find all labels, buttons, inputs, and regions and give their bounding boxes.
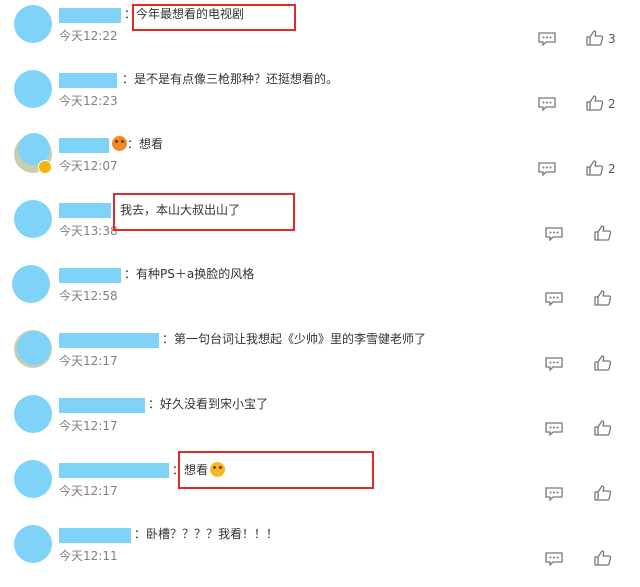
like-count: 2 <box>608 162 616 176</box>
thumbs-up-icon[interactable] <box>594 550 612 566</box>
comment-item: ：今年最想看的电视剧 今天12:22 3 <box>0 2 640 67</box>
thumbs-up-icon[interactable] <box>586 160 604 176</box>
thumbs-up-icon[interactable] <box>594 290 612 306</box>
comment-item: ：好久没看到宋小宝了 今天12:17 <box>0 392 640 457</box>
highlight-box <box>178 451 374 489</box>
comment-item: ：想看 今天12:07 2 <box>0 132 640 197</box>
comment-bubble-icon[interactable] <box>545 486 563 502</box>
comment-bubble-icon[interactable] <box>545 551 563 567</box>
comment-time: 今天12:58 <box>59 289 118 303</box>
avatar[interactable] <box>14 70 52 108</box>
username-redacted[interactable] <box>59 203 111 218</box>
comment-text: ：有种PS＋a换脸的风格 <box>124 267 255 281</box>
comment-bubble-icon[interactable] <box>545 291 563 307</box>
comment-item: 我去，本山大叔出山了 今天13:38 <box>0 197 640 262</box>
thumbs-up-icon[interactable] <box>586 95 604 111</box>
thumbs-up-icon[interactable] <box>594 355 612 371</box>
highlight-box <box>113 193 295 231</box>
comment-text: ：是不是有点像三枪那种？还挺想看的。 <box>122 72 339 86</box>
comment-time: 今天12:23 <box>59 94 118 108</box>
comment-time: 今天12:07 <box>59 159 118 173</box>
avatar[interactable] <box>12 265 50 303</box>
heart-eyes-emoji-icon <box>112 136 127 151</box>
comment-bubble-icon[interactable] <box>545 356 563 372</box>
like-count: 2 <box>608 97 616 111</box>
thumbs-up-icon[interactable] <box>586 30 604 46</box>
avatar[interactable] <box>14 460 52 498</box>
comment-bubble-icon[interactable] <box>545 226 563 242</box>
username-redacted[interactable] <box>59 138 109 153</box>
comment-text: ：卧槽？？？？我看！！！ <box>134 527 279 541</box>
comment-text: ：想看 <box>110 135 163 153</box>
comment-time: 今天12:17 <box>59 419 118 433</box>
avatar[interactable] <box>14 200 52 238</box>
comment-item: ：第一句台词让我想起《少帅》里的李雪健老师了 今天12:17 <box>0 327 640 392</box>
thumbs-up-icon[interactable] <box>594 420 612 436</box>
comment-item: ：有种PS＋a换脸的风格 今天12:58 <box>0 262 640 327</box>
avatar[interactable] <box>14 5 52 43</box>
comment-time: 今天12:22 <box>59 29 118 43</box>
username-redacted[interactable] <box>59 398 145 413</box>
comment-time: 今天12:17 <box>59 354 118 368</box>
comment-time: 今天12:17 <box>59 484 118 498</box>
avatar-mask <box>17 331 51 365</box>
username-redacted[interactable] <box>59 528 131 543</box>
comment-bubble-icon[interactable] <box>545 421 563 437</box>
like-count: 3 <box>608 32 616 46</box>
comment-time: 今天12:11 <box>59 549 118 563</box>
comment-time: 今天13:38 <box>59 224 118 238</box>
thumbs-up-icon[interactable] <box>594 225 612 241</box>
comment-item: ：卧槽？？？？我看！！！ 今天12:11 <box>0 522 640 587</box>
thumbs-up-icon[interactable] <box>594 485 612 501</box>
verified-badge <box>38 160 52 174</box>
username-redacted[interactable] <box>59 268 121 283</box>
username-redacted[interactable] <box>59 8 121 23</box>
comment-text-content: ：想看 <box>127 137 164 151</box>
username-redacted[interactable] <box>59 333 159 348</box>
comment-bubble-icon[interactable] <box>538 96 556 112</box>
comment-text: ：好久没看到宋小宝了 <box>148 397 269 411</box>
highlight-box <box>132 4 296 31</box>
avatar[interactable] <box>14 525 52 563</box>
username-redacted[interactable] <box>59 73 117 88</box>
username-redacted[interactable] <box>59 463 169 478</box>
comment-bubble-icon[interactable] <box>538 31 556 47</box>
comment-item: ：是不是有点像三枪那种？还挺想看的。 今天12:23 2 <box>0 67 640 132</box>
comment-bubble-icon[interactable] <box>538 161 556 177</box>
avatar[interactable] <box>14 395 52 433</box>
comment-text: ：第一句台词让我想起《少帅》里的李雪健老师了 <box>162 332 427 346</box>
